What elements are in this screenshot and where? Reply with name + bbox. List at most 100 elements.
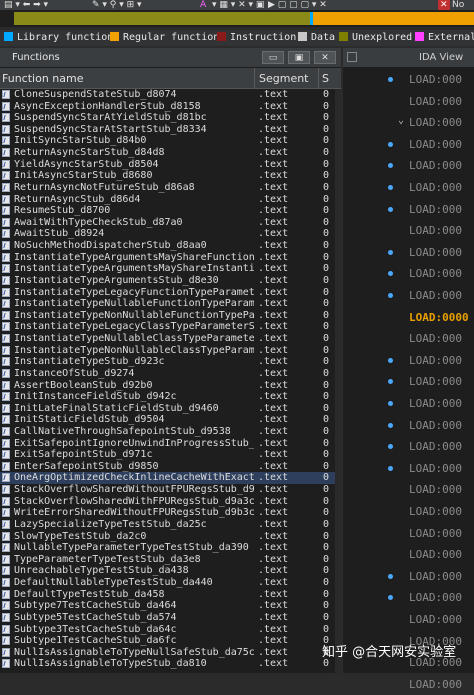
function-row[interactable]: InstantiateTypeNonNullableFunctionTypePa… — [0, 310, 341, 322]
function-row[interactable]: InitStaticFieldStub_d9504 .text 0 — [0, 414, 341, 426]
maximize-button[interactable]: ▣ — [288, 51, 310, 64]
function-row[interactable]: ReturnAsyncNotFutureStub_d86a8 .text 0 — [0, 182, 341, 194]
col-header-function-name[interactable]: Function name — [2, 72, 83, 85]
col-header-segment[interactable]: Segment — [259, 72, 309, 85]
disassembly-line[interactable]: LOAD:000 — [343, 480, 474, 500]
function-row[interactable]: NoSuchMethodDispatcherStub_d8aa0 .text 0 — [0, 240, 341, 252]
function-row[interactable]: InitInstanceFieldStub_d942c .text 0 — [0, 391, 341, 403]
function-row[interactable]: YieldAsyncStarStub_d8504 .text 0 — [0, 159, 341, 171]
function-row[interactable]: InstantiateTypeNullableFunctionTypeParam… — [0, 298, 341, 310]
disassembly-line[interactable]: LOAD:000 — [343, 675, 474, 695]
disassembly-line[interactable]: LOAD:000 — [343, 588, 474, 608]
function-row[interactable]: InstantiateTypeArgumentsMayShareInstanti… — [0, 263, 341, 275]
function-row[interactable]: EnterSafepointStub_d9850 .text 0 — [0, 461, 341, 473]
function-row[interactable]: Subtype7TestCacheStub_da464 .text 0 — [0, 600, 341, 612]
disassembly-line[interactable]: LOAD:000 — [343, 545, 474, 565]
function-row[interactable]: ResumeStub_d8700 .text 0 — [0, 205, 341, 217]
disassembly-line[interactable]: LOAD:000 — [343, 416, 474, 436]
toolbar-tools-2[interactable]: ▾ ▦ ▾ ✕ ▾ ▣ — [212, 0, 264, 10]
function-row[interactable]: ExitSafepointIgnoreUnwindInProgressStub_… — [0, 438, 341, 450]
function-row[interactable]: ExitSafepointStub_d971c .text 0 — [0, 449, 341, 461]
font-icon[interactable]: A — [200, 0, 206, 10]
disassembly-line[interactable]: LOAD:000 — [343, 567, 474, 587]
function-row[interactable]: AwaitStub_d8924 .text 0 — [0, 228, 341, 240]
toolbar-tools[interactable]: ✎ ▾ ⚲ ▾ ⊞ ▾ — [92, 0, 142, 10]
function-row[interactable]: InstantiateTypeArgumentsStub_d8e30 .text 0 — [0, 275, 341, 287]
disassembly-line[interactable]: LOAD:000 — [343, 394, 474, 414]
disassembly-line[interactable]: LOAD:000 — [343, 610, 474, 630]
function-row[interactable]: StackOverflowSharedWithFPURegsStub_d9a3c… — [0, 496, 341, 508]
close-icon[interactable]: ✕ — [438, 0, 450, 10]
disassembly-line[interactable]: ⌄ LOAD:000 — [343, 113, 474, 133]
disassembly-line[interactable]: LOAD:000 — [343, 70, 474, 90]
function-row[interactable]: NullIsAssignableToTypeStub_da810 .text 0 — [0, 658, 341, 670]
disassembly-line[interactable]: LOAD:000 — [343, 459, 474, 479]
disassembly-line[interactable]: LOAD:000 — [343, 351, 474, 371]
function-row[interactable]: TypeParameterTypeTestStub_da3e8 .text 0 — [0, 554, 341, 566]
function-row[interactable]: InstantiateTypeLegacyFunctionTypeParamet… — [0, 287, 341, 299]
disassembly-line[interactable]: LOAD:000 — [343, 221, 474, 241]
ida-view-titlebar[interactable]: IDA View — [343, 48, 474, 67]
function-row[interactable]: AwaitWithTypeCheckStub_d87a0 .text 0 — [0, 217, 341, 229]
function-row[interactable]: InitSyncStarStub_d84b0 .text 0 — [0, 135, 341, 147]
function-row[interactable]: InstantiateTypeNullableClassTypeParamete… — [0, 333, 341, 345]
disassembly-line[interactable]: LOAD:000 — [343, 286, 474, 306]
disassembly-line[interactable]: LOAD:000 — [343, 264, 474, 284]
function-row[interactable]: NullIsAssignableToTypeNullSafeStub_da75c… — [0, 647, 341, 659]
function-row[interactable]: InstantiateTypeArgumentsMayShareFunction… — [0, 252, 341, 264]
disassembly-line[interactable]: LOAD:000 — [343, 200, 474, 220]
function-row[interactable]: AssertBooleanStub_d92b0 .text 0 — [0, 380, 341, 392]
functions-window-titlebar[interactable]: Functions ▭ ▣ ✕ — [0, 48, 341, 67]
function-row[interactable]: AsyncExceptionHandlerStub_d8158 .text 0 — [0, 101, 341, 113]
function-row[interactable]: SlowTypeTestStub_da2c0 .text 0 — [0, 531, 341, 543]
address-label: LOAD:000 — [409, 202, 462, 216]
navigation-band[interactable] — [0, 10, 474, 27]
function-row[interactable]: StackOverflowSharedWithoutFPURegsStub_d9… — [0, 484, 341, 496]
disassembly-line[interactable]: LOAD:000 — [343, 437, 474, 457]
function-row[interactable]: OneArgOptimizedCheckInlineCacheWithExact… — [0, 472, 341, 485]
function-row[interactable]: Subtype5TestCacheStub_da574 .text 0 — [0, 612, 341, 624]
disassembly-line[interactable]: LOAD:000 — [343, 243, 474, 263]
function-row[interactable]: SuspendSyncStarAtYieldStub_d81bc .text 0 — [0, 112, 341, 124]
function-row[interactable]: InitLateFinalStaticFieldStub_d9460 .text 0 — [0, 403, 341, 415]
function-row[interactable]: InitAsyncStarStub_d8680 .text 0 — [0, 170, 341, 182]
disassembly-line[interactable]: LOAD:000 — [343, 178, 474, 198]
column-divider[interactable] — [254, 68, 255, 88]
disassembly-line[interactable]: LOAD:000 — [343, 524, 474, 544]
function-start: 0 — [323, 460, 330, 472]
vertical-scrollbar[interactable] — [335, 89, 341, 673]
function-row[interactable]: InstantiateTypeNonNullableClassTypeParam… — [0, 345, 341, 357]
function-row[interactable]: InstantiateTypeLegacyClassTypeParameterS… — [0, 321, 341, 333]
function-row[interactable]: DefaultNullableTypeTestStub_da440 .text 0 — [0, 577, 341, 589]
function-row[interactable]: InstantiateTypeStub_d923c .text 0 — [0, 356, 341, 368]
close-window-button[interactable]: ✕ — [314, 51, 336, 64]
column-divider[interactable] — [318, 68, 319, 88]
function-row[interactable]: CallNativeThroughSafepointStub_d9538 .tex… — [0, 426, 341, 438]
function-row[interactable]: CloneSuspendStateStub_d8074 .text 0 — [0, 89, 341, 101]
function-row[interactable]: Subtype1TestCacheStub_da6fc .text 0 — [0, 635, 341, 647]
function-row[interactable]: ReturnAsyncStarStub_d84d8 .text 0 — [0, 147, 341, 159]
address-label: LOAD:000 — [409, 440, 462, 454]
function-row[interactable]: LazySpecializeTypeTestStub_da25c .text 0 — [0, 519, 341, 531]
function-row[interactable]: NullableTypeParameterTypeTestStub_da390.… — [0, 542, 341, 554]
function-row[interactable]: Subtype3TestCacheStub_da64c .text 0 — [0, 624, 341, 636]
function-row[interactable]: SuspendSyncStarAtStartStub_d8334 .text 0 — [0, 124, 341, 136]
function-row[interactable]: WriteErrorSharedWithoutFPURegsStub_d9b3c… — [0, 507, 341, 519]
disassembly-line[interactable]: LOAD:000 — [343, 156, 474, 176]
function-row[interactable]: ReturnAsyncStub_d86d4 .text 0 — [0, 194, 341, 206]
function-segment: .text — [258, 646, 289, 658]
disassembly-line[interactable]: LOAD:000 — [343, 92, 474, 112]
disassembly-line[interactable]: LOAD:000 — [343, 135, 474, 155]
disassembly-line[interactable]: LOAD:000 — [343, 502, 474, 522]
debugger-controls[interactable]: ▶ ▢ ▢ ▢ ▾ ✕ — [268, 0, 327, 10]
function-row[interactable]: UnreachableTypeTestStub_da438 .text 0 — [0, 565, 341, 577]
disassembly-line[interactable]: LOAD:000 — [343, 372, 474, 392]
toolbar-icon-group[interactable]: ▤ ▾ ⬅ ➡ ▾ — [4, 0, 48, 10]
function-row[interactable]: DefaultTypeTestStub_da458 .text 0 — [0, 589, 341, 601]
float-window-button[interactable]: ▭ — [262, 51, 284, 64]
function-row[interactable]: InstanceOfStub_d9274 .text 0 — [0, 368, 341, 380]
disassembly-line[interactable]: LOAD:0000 — [343, 308, 474, 328]
function-segment: .text — [258, 623, 289, 635]
disassembly-line[interactable]: LOAD:000 — [343, 329, 474, 349]
col-header-start[interactable]: S — [322, 72, 329, 85]
